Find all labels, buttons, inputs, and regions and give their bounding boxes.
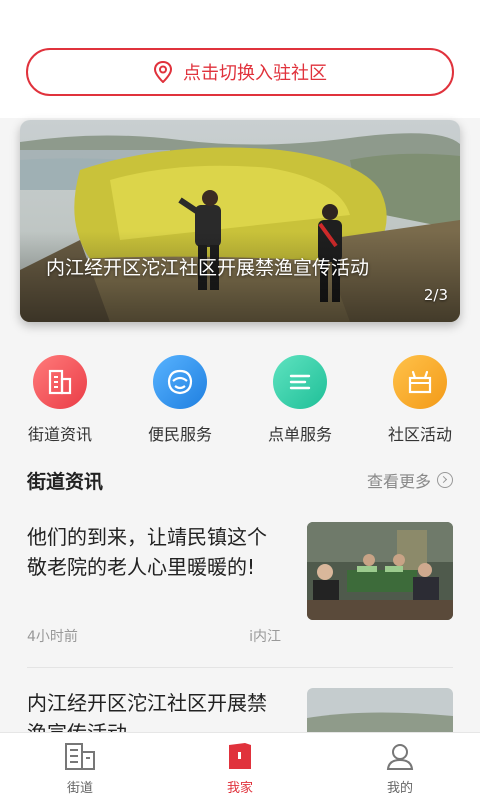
banner-page-counter: 2/3 — [423, 286, 448, 304]
street-icon — [65, 743, 95, 770]
gift-icon — [393, 355, 447, 409]
category-community-activity[interactable]: 社区活动 — [360, 355, 480, 445]
banner-image — [20, 120, 460, 322]
view-more-label: 查看更多 — [366, 472, 431, 491]
category-label: 社区活动 — [387, 425, 452, 444]
tab-home[interactable]: 我家 — [160, 733, 320, 800]
profile-icon — [386, 744, 414, 770]
news-meta: 4小时前 i内江 — [27, 626, 281, 646]
banner-carousel[interactable]: 内江经开区沱江社区开展禁渔宣传活动 2/3 — [20, 120, 460, 322]
header: 点击切换入驻社区 — [0, 34, 480, 118]
bottom-tab-bar: 街道 我家 我的 — [0, 732, 480, 800]
category-order-service[interactable]: 点单服务 — [240, 355, 360, 445]
chevron-right-icon — [437, 472, 453, 488]
section-title: 街道资讯 — [27, 470, 104, 493]
news-divider — [27, 667, 453, 668]
category-street-news[interactable]: 街道资讯 — [0, 355, 120, 445]
news-title: 他们的到来，让靖民镇这个敬老院的老人心里暖暖的! — [27, 525, 267, 579]
tab-label: 我家 — [226, 781, 253, 796]
category-convenience-service[interactable]: 便民服务 — [120, 355, 240, 445]
switch-community-label: 点击切换入驻社区 — [183, 63, 327, 84]
news-time: 4小时前 — [27, 629, 78, 645]
category-label: 街道资讯 — [27, 425, 92, 444]
category-label: 便民服务 — [147, 425, 212, 444]
banner-title: 内江经开区沱江社区开展禁渔宣传活动 — [46, 257, 370, 279]
tab-label: 街道 — [66, 781, 93, 796]
section-header: 街道资讯 查看更多 — [27, 465, 453, 495]
tab-label: 我的 — [386, 781, 413, 796]
news-source: i内江 — [249, 629, 281, 645]
app-page: 点击切换入驻社区 内江经开区沱江社区开展禁渔宣传活动 2/3 街道资讯 便民服务… — [0, 0, 480, 800]
location-pin-icon — [153, 61, 173, 83]
category-grid: 街道资讯 便民服务 点单服务 社区活动 — [0, 355, 480, 445]
switch-community-button[interactable]: 点击切换入驻社区 — [26, 48, 454, 96]
home-icon — [229, 743, 251, 769]
news-thumbnail — [307, 522, 453, 620]
news-item[interactable]: 他们的到来，让靖民镇这个敬老院的老人心里暖暖的! 4小时前 i内江 — [27, 522, 453, 652]
smile-icon — [153, 355, 207, 409]
tab-mine[interactable]: 我的 — [320, 733, 480, 800]
list-icon — [273, 355, 327, 409]
category-label: 点单服务 — [267, 425, 332, 444]
view-more-link[interactable]: 查看更多 — [367, 468, 453, 492]
tab-street[interactable]: 街道 — [0, 733, 160, 800]
status-bar — [0, 0, 480, 34]
building-icon — [33, 355, 87, 409]
